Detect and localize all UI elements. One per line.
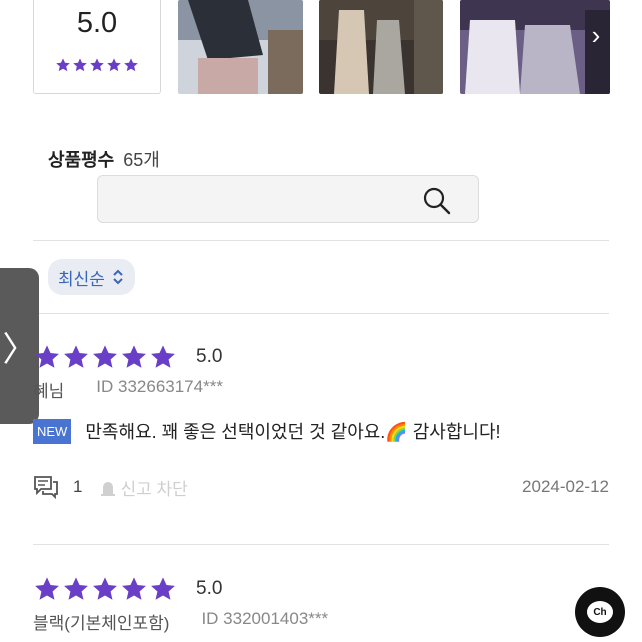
star-icon bbox=[122, 345, 146, 368]
comment-icon[interactable] bbox=[33, 474, 59, 500]
review-score: 5.0 bbox=[196, 578, 223, 599]
chevron-right-icon[interactable]: › bbox=[582, 20, 610, 50]
review-count-value: 65개 bbox=[123, 150, 160, 170]
star-icon bbox=[64, 577, 88, 600]
review-item: 5.0 블랙(기본체인포함) ID 332001403*** bbox=[33, 575, 609, 634]
review-count-label: 상품평수 bbox=[48, 150, 115, 170]
review-text: 만족해요. 꽤 좋은 선택이었던 것 같아요.🌈 감사합니다! bbox=[85, 422, 501, 442]
review-author: 혜님 bbox=[33, 382, 65, 401]
rating-summary: 5.0 bbox=[33, 0, 161, 94]
review-photo-1[interactable] bbox=[178, 0, 303, 94]
average-score: 5.0 bbox=[76, 7, 118, 39]
sort-toggle-icon bbox=[113, 269, 123, 285]
star-icon bbox=[35, 345, 59, 368]
siren-icon bbox=[101, 482, 116, 496]
review-author: 블랙(기본체인포함) bbox=[33, 614, 170, 633]
star-icon bbox=[93, 345, 117, 368]
review-author-row: 혜님 ID 332663174*** bbox=[33, 377, 609, 402]
review-date: 2024-02-12 bbox=[522, 477, 609, 496]
comment-count: 1 bbox=[73, 477, 83, 496]
star-icon bbox=[56, 58, 70, 72]
review-rating: 5.0 bbox=[33, 343, 609, 371]
review-footer: 1 신고 차단 2024-02-12 bbox=[33, 472, 609, 502]
review-rating: 5.0 bbox=[33, 575, 609, 603]
review-score: 5.0 bbox=[196, 346, 223, 367]
review-body: NEW 만족해요. 꽤 좋은 선택이었던 것 같아요.🌈 감사합니다! bbox=[33, 418, 609, 444]
star-icon bbox=[151, 345, 175, 368]
report-block-button[interactable]: 신고 차단 bbox=[100, 475, 188, 500]
summary-stars bbox=[34, 57, 160, 73]
search-icon[interactable] bbox=[422, 186, 452, 216]
chevron-right-icon: 〉 bbox=[2, 330, 37, 369]
sort-selected-label: 최신순 bbox=[58, 269, 105, 289]
new-badge: NEW bbox=[33, 418, 72, 444]
sort-dropdown[interactable]: 최신순 bbox=[48, 259, 135, 295]
review-search bbox=[97, 175, 479, 223]
chat-label: Ch bbox=[593, 606, 607, 618]
report-label: 신고 차단 bbox=[120, 479, 188, 499]
star-icon bbox=[124, 58, 138, 72]
star-icon bbox=[64, 345, 88, 368]
chat-icon: Ch bbox=[587, 601, 613, 623]
review-user-id: ID 332001403*** bbox=[201, 609, 329, 628]
review-count: 상품평수 65개 bbox=[48, 146, 160, 172]
review-photo-2[interactable] bbox=[319, 0, 443, 94]
divider bbox=[33, 240, 609, 241]
chat-button[interactable]: Ch bbox=[575, 587, 625, 637]
review-item: 5.0 혜님 ID 332663174*** NEW 만족해요. 꽤 좋은 선택… bbox=[33, 343, 609, 502]
star-icon bbox=[73, 58, 87, 72]
review-author-row: 블랙(기본체인포함) ID 332001403*** bbox=[33, 609, 609, 634]
review-user-id: ID 332663174*** bbox=[96, 377, 223, 396]
star-icon bbox=[122, 577, 146, 600]
star-icon bbox=[35, 577, 59, 600]
star-icon bbox=[90, 58, 104, 72]
star-icon bbox=[93, 577, 117, 600]
star-icon bbox=[107, 58, 121, 72]
star-icon bbox=[151, 577, 175, 600]
search-input[interactable] bbox=[108, 184, 408, 214]
divider bbox=[33, 313, 609, 314]
divider bbox=[33, 544, 609, 545]
review-photo-3[interactable]: › bbox=[460, 0, 610, 94]
